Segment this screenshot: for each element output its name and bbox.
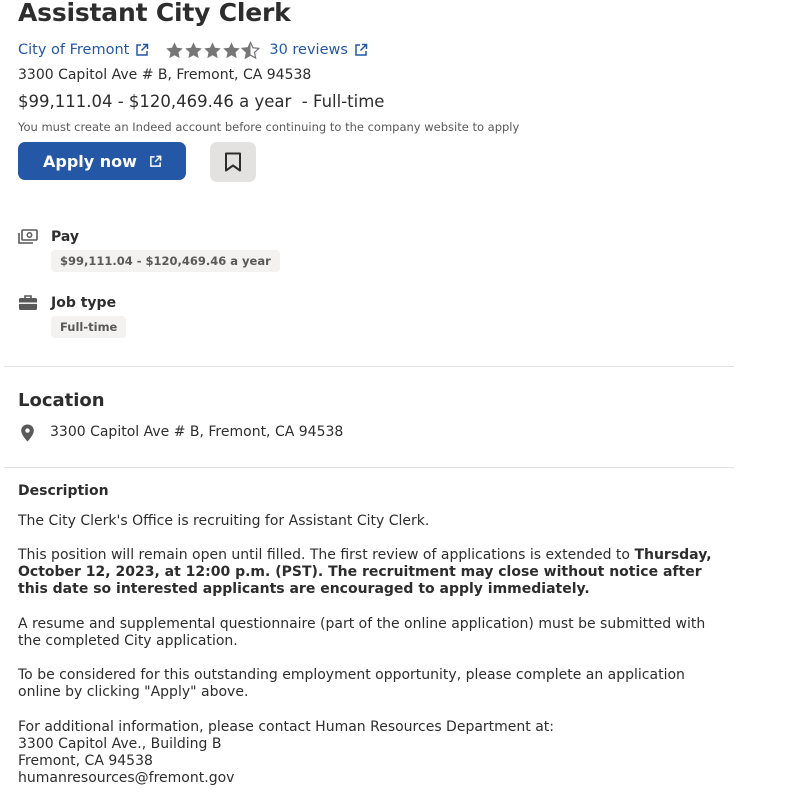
pay-label: Pay bbox=[51, 229, 80, 245]
star-full-icon bbox=[166, 41, 184, 58]
description-text: This position will remain open until fil… bbox=[18, 547, 635, 563]
pay-chip: $99,111.04 - $120,469.46 a year bbox=[51, 250, 280, 272]
external-link-icon[interactable] bbox=[135, 43, 149, 57]
job-type-label: Job type bbox=[51, 295, 117, 311]
indeed-account-note: You must create an Indeed account before… bbox=[18, 120, 520, 134]
description-paragraph: A resume and supplemental questionnaire … bbox=[18, 616, 706, 649]
description-heading: Description bbox=[18, 483, 109, 499]
star-half-icon bbox=[241, 40, 261, 59]
save-job-button[interactable] bbox=[210, 142, 256, 182]
map-pin-icon bbox=[21, 424, 34, 442]
description-paragraph: This position will remain open until fil… bbox=[18, 547, 718, 598]
contact-email[interactable]: humanresources@fremont.gov bbox=[18, 770, 718, 787]
location-address: 3300 Capitol Ave # B, Fremont, CA 94538 bbox=[50, 424, 344, 440]
money-icon bbox=[18, 229, 38, 244]
company-link[interactable]: City of Fremont bbox=[18, 42, 129, 58]
section-divider bbox=[4, 467, 734, 468]
job-title: Assistant City Clerk bbox=[18, 0, 291, 27]
rating-stars bbox=[165, 40, 261, 60]
star-full-icon bbox=[204, 41, 222, 58]
bookmark-icon bbox=[225, 152, 241, 172]
contact-city-line: Fremont, CA 94538 bbox=[18, 753, 153, 769]
salary-summary: $99,111.04 - $120,469.46 a year - Full-t… bbox=[18, 92, 385, 111]
external-link-icon[interactable] bbox=[354, 43, 368, 57]
contact-intro: For additional information, please conta… bbox=[18, 719, 555, 735]
star-full-icon bbox=[185, 41, 203, 58]
briefcase-icon bbox=[19, 295, 37, 310]
description-paragraph: The City Clerk's Office is recruiting fo… bbox=[18, 513, 430, 529]
apply-now-label: Apply now bbox=[43, 151, 137, 171]
company-row: City of Fremont 30 reviews bbox=[18, 40, 368, 60]
reviews-link[interactable]: 30 reviews bbox=[269, 42, 348, 58]
location-heading: Location bbox=[18, 390, 105, 411]
apply-now-button[interactable]: Apply now bbox=[18, 142, 186, 180]
company-address: 3300 Capitol Ave # B, Fremont, CA 94538 bbox=[18, 67, 312, 83]
job-type-chip: Full-time bbox=[51, 316, 127, 338]
star-full-icon bbox=[223, 41, 241, 58]
contact-address-line: 3300 Capitol Ave., Building B bbox=[18, 736, 222, 752]
description-paragraph: To be considered for this outstanding em… bbox=[18, 667, 685, 700]
contact-block: For additional information, please conta… bbox=[18, 719, 718, 787]
external-link-icon bbox=[150, 155, 162, 167]
section-divider bbox=[4, 366, 734, 367]
